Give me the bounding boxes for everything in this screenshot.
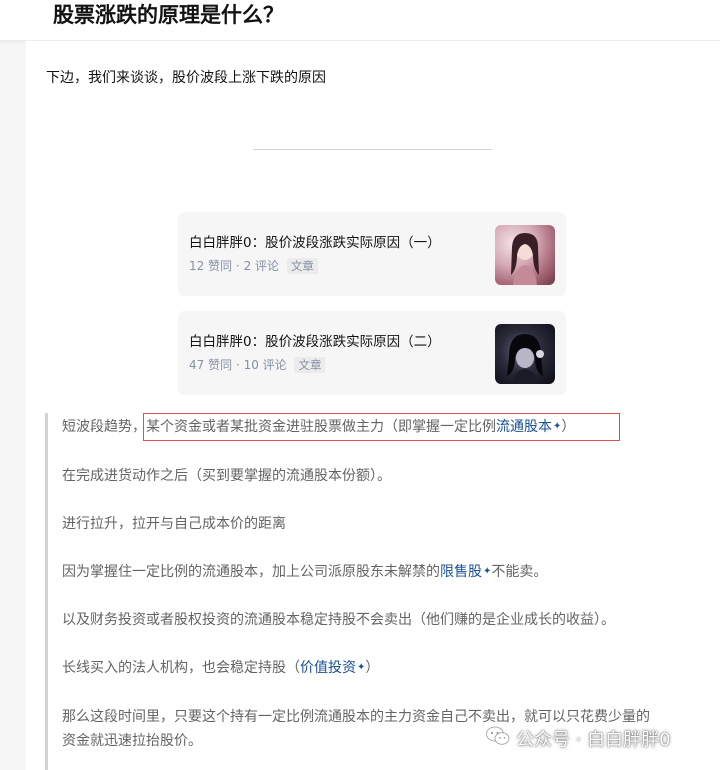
article-type-tag: 文章 [294, 357, 326, 373]
link-jiazhi-touzi[interactable]: 价值投资 [300, 660, 356, 676]
article-thumbnail[interactable] [495, 225, 555, 285]
article-link-card[interactable]: 白白胖胖0：股价波段涨跌实际原因（二） 47 赞同 · 10 评论 文章 [178, 311, 566, 395]
quote-text: ） [365, 660, 380, 676]
article-likes-count: 12 赞同 [189, 259, 233, 273]
watermark: 公众号 · 白白胖胖0 [486, 726, 671, 755]
article-card-meta: 12 赞同 · 2 评论 文章 [189, 256, 318, 276]
quote-paragraph: 以及财务投资或者股权投资的流通股本稳定持股不会卖出（他们赚的是企业成长的收益）。 [62, 612, 615, 628]
portrait-image-icon [507, 334, 544, 384]
link-xianshou-gu[interactable]: 限售股 [440, 564, 482, 580]
article-card-meta: 47 赞同 · 10 评论 文章 [189, 355, 326, 375]
quote-text: 长线买入的法人机构，也会稳定持股（ [62, 660, 300, 676]
article-thumbnail[interactable] [495, 324, 555, 384]
quote-lead-text: 短波段趋势 [62, 419, 132, 435]
article-likes-count: 47 赞同 [189, 358, 233, 372]
quote-paragraph-continued: 资金就迅速拉抬股价。 [62, 733, 202, 749]
article-comments-count: 2 评论 [243, 259, 280, 273]
quote-text: 不能卖。 [491, 564, 548, 580]
meta-separator: · [235, 259, 244, 273]
red-highlight-box [143, 413, 620, 441]
quote-paragraph: 长线买入的法人机构，也会稳定持股（价值投资✦） [62, 657, 379, 679]
section-divider [253, 149, 492, 150]
page-title: 股票涨跌的原理是什么？ [53, 3, 284, 27]
answer-intro-text: 下边，我们来谈谈，股价波段上涨下跌的原因 [46, 70, 326, 86]
blockquote-bar [45, 413, 48, 770]
portrait-image-icon [511, 233, 539, 285]
quote-text: 因为掌握住一定比例的流通股本，加上公司派原股东未解禁的 [62, 564, 440, 580]
article-card-title[interactable]: 白白胖胖0：股价波段涨跌实际原因（二） [189, 332, 441, 352]
wechat-icon [486, 726, 510, 755]
article-link-card[interactable]: 白白胖胖0：股价波段涨跌实际原因（一） 12 赞同 · 2 评论 文章 [178, 212, 566, 296]
question-header: 股票涨跌的原理是什么？ [0, 0, 720, 41]
article-card-title[interactable]: 白白胖胖0：股价波段涨跌实际原因（一） [189, 233, 441, 253]
quote-paragraph: 那么这段时间里，只要这个持有一定比例流通股本的主力资金自己不卖出，就可以只花费少… [62, 709, 650, 725]
article-comments-count: 10 评论 [243, 358, 287, 372]
meta-separator: · [235, 358, 244, 372]
article-type-tag: 文章 [286, 258, 318, 274]
quote-paragraph: 进行拉升，拉开与自己成本价的距离 [62, 516, 286, 532]
watermark-text: 公众号 · 白白胖胖0 [516, 729, 671, 751]
quote-paragraph: 因为掌握住一定比例的流通股本，加上公司派原股东未解禁的限售股✦不能卖。 [62, 561, 547, 583]
quote-paragraph: 在完成进货动作之后（买到要掌握的流通股本份额）。 [62, 468, 391, 484]
